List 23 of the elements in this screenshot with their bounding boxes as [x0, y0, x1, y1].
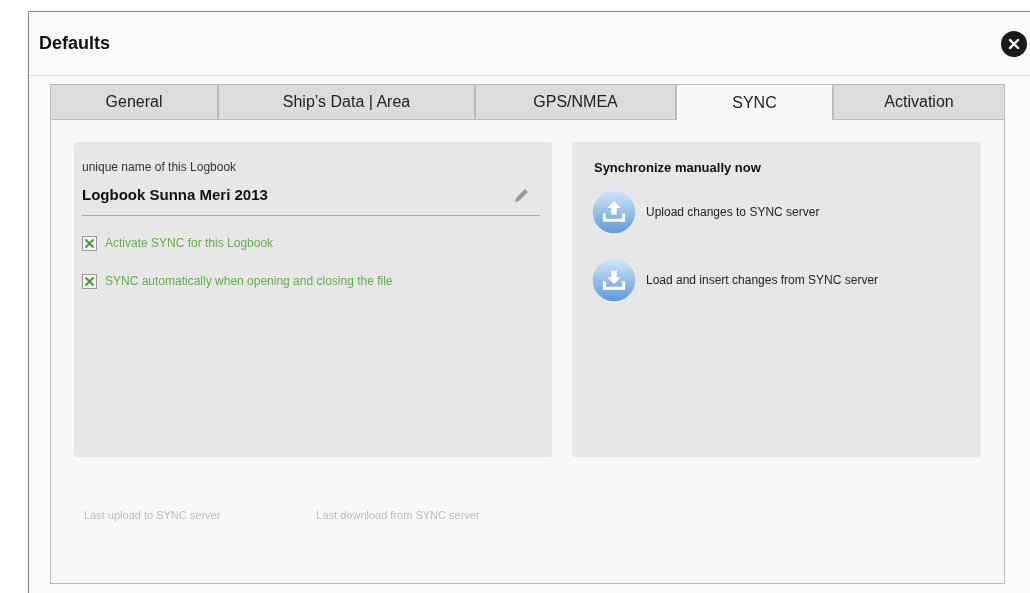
logbook-name-field[interactable]: Logbook Sunna Meri 2013	[82, 176, 540, 216]
sync-action-button[interactable]: Upload changes to SYNC server	[591, 189, 959, 234]
sync-status-label: Last download from SYNC server	[316, 508, 480, 523]
tab[interactable]: SYNC	[676, 84, 833, 120]
window-title: Defaults	[39, 32, 110, 55]
sync-status-label: Last upload to SYNC server	[84, 508, 221, 523]
sync-heading: Synchronize manually now	[593, 159, 762, 177]
download-icon	[591, 257, 636, 302]
checkbox[interactable]	[82, 273, 97, 289]
tab[interactable]: Ship’s Data | Area	[218, 84, 475, 120]
close-icon	[1008, 37, 1020, 50]
logbook-label: unique name of this Logbook	[82, 159, 238, 176]
checkbox[interactable]	[82, 235, 97, 251]
upload-icon	[591, 189, 636, 234]
close-button[interactable]	[1001, 30, 1027, 57]
cross-icon	[84, 237, 95, 249]
tab[interactable]: General	[50, 84, 218, 120]
checkbox-label: Activate SYNC for this Logbook	[105, 235, 274, 252]
tab[interactable]: Activation	[833, 84, 1005, 120]
tab[interactable]: GPS/NMEA	[475, 84, 676, 120]
cross-icon	[84, 275, 95, 287]
sync-action-button[interactable]: Load and insert changes from SYNC server	[591, 257, 959, 302]
checkbox-label: SYNC automatically when opening and closing the file	[105, 273, 393, 290]
